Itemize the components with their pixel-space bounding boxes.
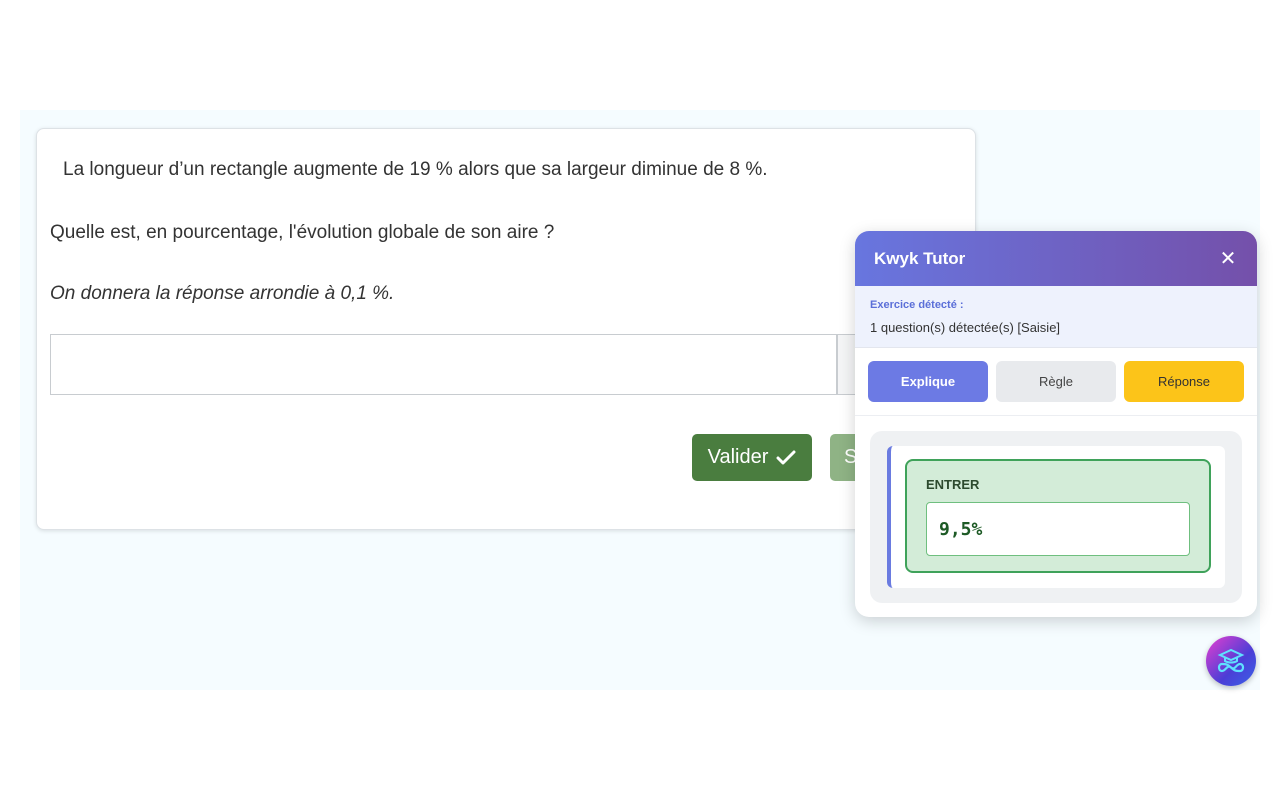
close-icon[interactable]: ✕ <box>1218 246 1238 271</box>
validate-label: Valider <box>707 446 769 468</box>
validate-button[interactable]: Valider <box>692 434 812 481</box>
detected-value: 1 question(s) détectée(s) [Saisie] <box>870 320 1061 335</box>
answer-card: ENTRER 9,5% <box>887 446 1225 588</box>
tab-regle[interactable]: Règle <box>996 361 1116 402</box>
answer-box: ENTRER 9,5% <box>905 459 1211 573</box>
graduation-cap-infinity-icon <box>1217 648 1245 673</box>
tab-explique[interactable]: Explique <box>868 361 988 402</box>
tutor-title: Kwyk Tutor <box>874 248 966 268</box>
tutor-tabs: Explique Règle Réponse <box>855 348 1257 416</box>
detected-section: Exercice détecté : 1 question(s) détecté… <box>855 286 1257 348</box>
exercise-card: La longueur d’un rectangle augmente de 1… <box>36 128 976 530</box>
tutor-header: Kwyk Tutor ✕ <box>855 231 1257 286</box>
answer-label: ENTRER <box>926 477 980 492</box>
tutor-launcher-button[interactable] <box>1206 636 1256 686</box>
detected-label: Exercice détecté : <box>870 299 964 311</box>
exercise-statement: La longueur d’un rectangle augmente de 1… <box>63 159 768 180</box>
answer-value: 9,5% <box>926 502 1190 556</box>
answer-input[interactable] <box>50 334 850 395</box>
tutor-panel: Kwyk Tutor ✕ Exercice détecté : 1 questi… <box>855 231 1257 617</box>
exercise-question: Quelle est, en pourcentage, l'évolution … <box>50 222 555 243</box>
tab-reponse[interactable]: Réponse <box>1124 361 1244 402</box>
exercise-instruction: On donnera la réponse arrondie à 0,1 %. <box>50 283 395 304</box>
tutor-content: ENTRER 9,5% <box>870 431 1242 603</box>
check-icon <box>776 450 796 464</box>
